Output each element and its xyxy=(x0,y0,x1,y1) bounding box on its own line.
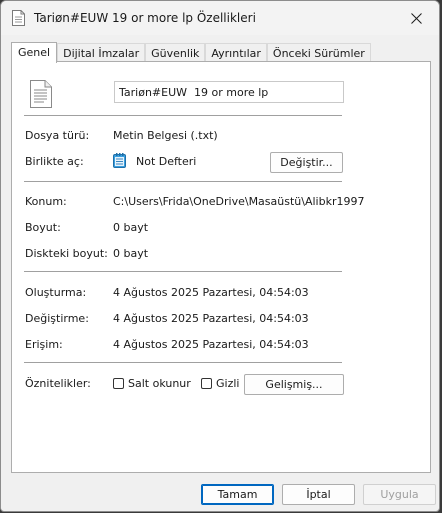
ok-button[interactable]: Tamam xyxy=(201,484,274,505)
close-button[interactable] xyxy=(393,1,439,35)
separator xyxy=(24,271,342,272)
text-file-icon xyxy=(12,10,25,26)
window-title: Tariøn#EUW 19 or more lp Özellikleri xyxy=(34,11,256,25)
title-bar[interactable]: Tariøn#EUW 19 or more lp Özellikleri xyxy=(1,1,439,35)
change-button[interactable]: Değiştir... xyxy=(270,152,343,173)
large-text-file-icon xyxy=(30,80,52,108)
cancel-button[interactable]: İptal xyxy=(282,484,355,505)
size-value: 0 bayt xyxy=(113,221,149,234)
accessed-value: 4 Ağustos 2025 Pazartesi, 04:54:03 xyxy=(113,338,309,351)
tab-strip: Genel Dijital İmzalar Güvenlik Ayrıntıla… xyxy=(11,42,371,63)
separator xyxy=(24,115,342,116)
tab-previous-versions[interactable]: Önceki Sürümler xyxy=(266,43,371,62)
tab-digital-signatures[interactable]: Dijital İmzalar xyxy=(57,43,146,62)
apply-button[interactable]: Uygula xyxy=(363,484,436,505)
size-on-disk-label: Diskteki boyut: xyxy=(25,247,108,260)
readonly-checkbox[interactable]: Salt okunur xyxy=(113,377,191,390)
opens-with-value: Not Defteri xyxy=(136,155,197,168)
hidden-checkbox[interactable]: Gizli xyxy=(201,377,239,390)
attributes-label: Öznitelikler: xyxy=(25,377,91,390)
notepad-icon xyxy=(113,153,126,168)
file-type-value: Metin Belgesi (.txt) xyxy=(113,129,218,142)
tab-security[interactable]: Güvenlik xyxy=(145,43,206,62)
separator xyxy=(24,362,342,363)
checkbox-box[interactable] xyxy=(113,378,124,389)
general-panel: Dosya türü: Metin Belgesi (.txt) Birlikt… xyxy=(11,61,431,473)
checkbox-box[interactable] xyxy=(201,378,212,389)
tab-details[interactable]: Ayrıntılar xyxy=(205,43,267,62)
opens-with-label: Birlikte aç: xyxy=(25,155,84,168)
size-on-disk-value: 0 bayt xyxy=(113,247,149,260)
created-label: Oluşturma: xyxy=(25,286,87,299)
properties-dialog: Tariøn#EUW 19 or more lp Özellikleri Gen… xyxy=(0,0,440,512)
readonly-label: Salt okunur xyxy=(128,377,191,390)
hidden-label: Gizli xyxy=(216,377,240,390)
location-value: C:\Users\Frida\OneDrive\Masaüstü\Alibkr1… xyxy=(113,195,365,208)
modified-label: Değiştirme: xyxy=(25,312,89,325)
advanced-button[interactable]: Gelişmiş... xyxy=(244,374,344,395)
created-value: 4 Ağustos 2025 Pazartesi, 04:54:03 xyxy=(113,286,309,299)
file-type-label: Dosya türü: xyxy=(25,129,90,142)
separator xyxy=(24,181,342,182)
close-icon xyxy=(410,12,422,24)
tab-general[interactable]: Genel xyxy=(11,42,58,63)
modified-value: 4 Ağustos 2025 Pazartesi, 04:54:03 xyxy=(113,312,309,325)
size-label: Boyut: xyxy=(25,221,61,234)
file-name-input[interactable] xyxy=(114,81,344,103)
accessed-label: Erişim: xyxy=(25,338,63,351)
location-label: Konum: xyxy=(25,195,67,208)
